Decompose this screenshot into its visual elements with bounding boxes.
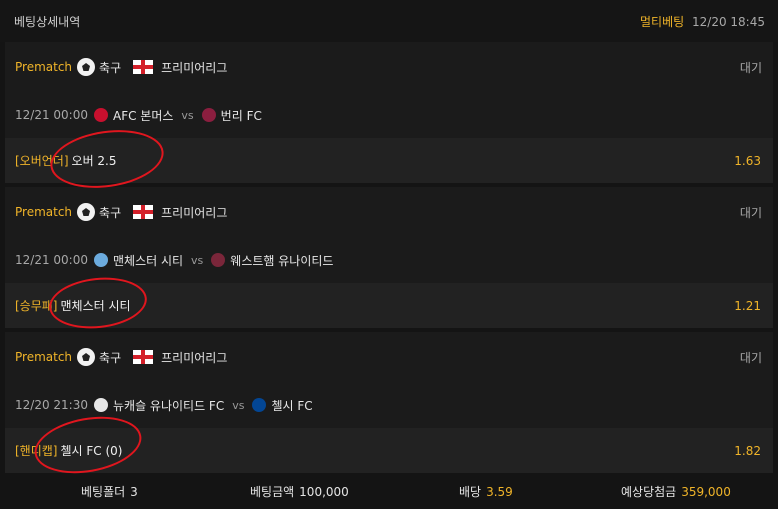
expected-winnings: 예상당첨금 359,000 [621,483,731,500]
newcastle-crest-icon [93,398,108,412]
folder-label: 베팅폴더 [81,485,126,499]
england-flag-icon [133,60,154,74]
amount-value: 100,000 [299,485,349,499]
away-team: 웨스트햄 유나이티드 [230,253,334,268]
west-ham-crest-icon [211,253,226,267]
bet-summary: 베팅폴더 3 베팅금액 100,000 배당 3.59 예상당첨금 359,000 [5,474,773,509]
prematch-tag: Prematch [15,60,73,74]
league-label: 프리미어리그 [161,60,228,75]
status-label: 대기 [739,350,762,365]
soccer-ball-icon [77,348,96,366]
expected-value: 359,000 [681,485,731,499]
folder-value: 3 [130,485,138,499]
match-row: 12/21 00:00 맨체스터 시티 vs 웨스트햄 유나이티드 [5,237,773,283]
vs-label: vs [191,253,204,267]
page-header: 베팅상세내역 멀티베팅 12/20 18:45 [0,0,778,42]
chelsea-crest-icon [252,398,267,412]
bet-type-label: 멀티베팅 [640,14,685,29]
away-team: 번리 FC [220,108,262,123]
home-team: 뉴캐슬 유나이티드 FC [112,398,225,413]
vs-label: vs [181,108,194,122]
england-flag-icon [133,205,154,219]
match-datetime: 12/20 21:30 [15,398,88,412]
prematch-tag: Prematch [15,350,73,364]
bet-meta-row: Prematch 축구 프리미어리그 대기 [5,332,773,382]
league-label: 프리미어리그 [161,205,228,220]
bet-type-info: 멀티베팅 12/20 18:45 [640,13,765,30]
soccer-ball-icon [77,203,96,221]
total-odds: 배당 3.59 [459,483,513,500]
soccer-ball-icon [77,58,96,76]
bet-meta-row: Prematch 축구 프리미어리그 대기 [5,42,773,92]
expected-label: 예상당첨금 [621,485,677,499]
home-team: AFC 본머스 [112,108,174,123]
league-label: 프리미어리그 [161,350,228,365]
total-odds-value: 3.59 [486,485,513,499]
status-label: 대기 [739,60,762,75]
amount-label: 베팅금액 [250,485,295,499]
england-flag-icon [133,350,154,364]
bet-amount: 베팅금액 100,000 [250,483,349,500]
match-datetime: 12/21 00:00 [15,253,88,267]
prematch-tag: Prematch [15,205,73,219]
odds-label: 배당 [459,485,482,499]
status-label: 대기 [739,205,762,220]
man-city-crest-icon [93,253,108,267]
sport-label: 축구 [99,60,122,75]
away-team: 첼시 FC [271,398,313,413]
home-team: 맨체스터 시티 [112,253,184,268]
odds-value: 1.21 [734,298,761,313]
sport-label: 축구 [99,205,122,220]
vs-label: vs [232,398,245,412]
match-datetime: 12/21 00:00 [15,108,88,122]
sport-label: 축구 [99,350,122,365]
folder-count: 베팅폴더 3 [81,483,138,500]
odds-value: 1.63 [734,153,761,168]
page-title: 베팅상세내역 [14,14,81,29]
burnley-crest-icon [201,108,216,122]
bet-meta-row: Prematch 축구 프리미어리그 대기 [5,187,773,237]
bournemouth-crest-icon [93,108,108,122]
bet-time: 12/20 18:45 [692,14,765,29]
odds-value: 1.82 [734,443,761,458]
